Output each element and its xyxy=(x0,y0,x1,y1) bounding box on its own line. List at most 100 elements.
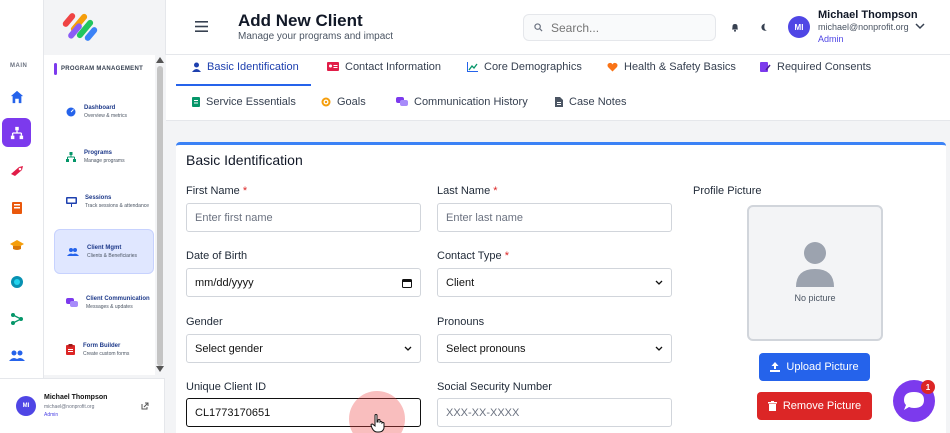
heartbeat-icon xyxy=(607,62,618,71)
menu-item-title: Form Builder xyxy=(83,342,121,349)
upload-picture-button[interactable]: Upload Picture xyxy=(759,353,870,381)
menu-item-subtitle: Create custom forms xyxy=(83,350,130,357)
calendar-icon[interactable] xyxy=(402,278,412,288)
section-title: Basic Identification xyxy=(186,152,303,168)
page-title: Add New Client xyxy=(238,11,363,30)
rail-label: MAIN xyxy=(10,63,28,69)
section-label: PROGRAM MANAGEMENT xyxy=(61,66,144,72)
program-menu: PROGRAM MANAGEMENT Dashboard Overview & m… xyxy=(44,55,165,375)
tab-basic-identification[interactable]: Basic Identification xyxy=(192,51,299,82)
last-name-input[interactable]: Enter last name xyxy=(437,203,672,232)
menu-item-subtitle: Manage programs xyxy=(84,157,125,164)
header-user-role: Admin xyxy=(818,34,844,44)
trash-icon xyxy=(767,401,777,411)
remove-label: Remove Picture xyxy=(782,400,862,412)
home-icon xyxy=(10,90,23,103)
tab-label: Communication History xyxy=(414,95,528,108)
rail-programs-button[interactable] xyxy=(2,118,31,147)
tab-service-essentials[interactable]: Service Essentials xyxy=(192,86,296,117)
chat-notification-badge: 1 xyxy=(921,380,935,394)
hamburger-menu-icon[interactable] xyxy=(195,21,208,32)
sidebar-user-name: Michael Thompson xyxy=(44,394,108,401)
basic-identification-card: Basic Identification First Name * Enter … xyxy=(176,142,946,433)
workflow-icon xyxy=(10,312,23,325)
presentation-icon xyxy=(66,196,77,207)
chevron-down-icon xyxy=(655,280,663,285)
scroll-down-icon[interactable] xyxy=(156,366,164,372)
tab-label: Core Demographics xyxy=(484,60,582,73)
rail-campaign-button[interactable] xyxy=(2,156,31,185)
menu-item-form-builder[interactable]: Form Builder Create custom forms xyxy=(54,327,154,372)
search-input[interactable] xyxy=(551,20,701,35)
tab-health-safety[interactable]: Health & Safety Basics xyxy=(607,51,736,82)
rail-home-button[interactable] xyxy=(2,82,31,111)
tab-required-consents[interactable]: Required Consents xyxy=(760,51,871,82)
chevron-down-icon xyxy=(655,346,663,351)
tab-label: Basic Identification xyxy=(207,60,299,73)
tab-label: Contact Information xyxy=(345,60,441,73)
rail-workflow-button[interactable] xyxy=(2,304,31,333)
header-avatar[interactable]: MI xyxy=(788,16,810,38)
user-icon xyxy=(192,62,201,72)
rail-documents-button[interactable] xyxy=(2,193,31,222)
app-logo xyxy=(62,13,98,41)
scroll-up-icon[interactable] xyxy=(156,57,164,63)
menu-section-header: PROGRAM MANAGEMENT xyxy=(54,63,143,75)
menu-item-subtitle: Clients & Beneficiaries xyxy=(87,252,138,259)
menu-item-client-mgmt[interactable]: Client Mgmt Clients & Beneficiaries xyxy=(54,229,154,274)
rocket-icon xyxy=(10,165,23,176)
tab-communication-history[interactable]: Communication History xyxy=(396,86,528,117)
tab-contact-information[interactable]: Contact Information xyxy=(327,51,441,82)
ssn-input[interactable]: XXX-XX-XXXX xyxy=(437,398,672,427)
menu-item-subtitle: Track sessions & attendance xyxy=(85,202,150,209)
bell-icon[interactable] xyxy=(731,23,739,32)
menu-item-sessions[interactable]: Sessions Track sessions & attendance xyxy=(54,179,154,224)
gender-select[interactable]: Select gender xyxy=(186,334,421,363)
external-link-icon[interactable] xyxy=(141,402,149,410)
pronouns-label: Pronouns xyxy=(437,316,485,328)
moon-icon[interactable] xyxy=(760,23,768,32)
tab-case-notes[interactable]: Case Notes xyxy=(555,86,626,117)
sidebar-user-email: michael@nonprofit.org xyxy=(44,404,95,410)
top-header: Add New Client Manage your programs and … xyxy=(165,0,950,55)
first-name-label: First Name * xyxy=(186,185,248,197)
menu-scroll-thumb[interactable] xyxy=(157,66,163,366)
profile-picture-preview: No picture xyxy=(747,205,883,341)
tab-label: Required Consents xyxy=(777,60,872,73)
chevron-down-icon xyxy=(404,346,412,351)
remove-picture-button[interactable]: Remove Picture xyxy=(757,392,872,420)
dob-input[interactable]: mm/dd/yyyy xyxy=(186,268,421,297)
first-name-input[interactable]: Enter first name xyxy=(186,203,421,232)
tab-label: Goals xyxy=(337,95,366,108)
sitemap-icon xyxy=(10,126,23,139)
menu-item-title: Programs xyxy=(84,149,113,156)
rail-global-button[interactable] xyxy=(2,267,31,296)
contact-type-select[interactable]: Client xyxy=(437,268,672,297)
menu-item-title: Sessions xyxy=(85,194,112,201)
sidebar-user-profile[interactable]: MI Michael Thompson michael@nonprofit.or… xyxy=(0,378,165,433)
file-alt-icon xyxy=(555,96,563,107)
menu-item-programs[interactable]: Programs Manage programs xyxy=(54,134,154,179)
tab-goals[interactable]: Goals xyxy=(321,86,366,117)
tab-core-demographics[interactable]: Core Demographics xyxy=(467,51,582,82)
menu-item-dashboard[interactable]: Dashboard Overview & metrics xyxy=(54,89,154,134)
graduation-icon xyxy=(9,239,24,250)
gauge-icon xyxy=(66,107,76,116)
gender-value: Select gender xyxy=(195,342,263,355)
contact-type-label: Contact Type * xyxy=(437,250,509,262)
sidebar-user-role: Admin xyxy=(44,412,59,418)
pronouns-select[interactable]: Select pronouns xyxy=(437,334,672,363)
search-box[interactable] xyxy=(523,14,716,41)
chevron-down-icon[interactable] xyxy=(915,23,925,30)
comments-icon xyxy=(66,297,78,307)
clipboard-list-icon xyxy=(192,96,200,107)
menu-item-client-communication[interactable]: Client Communication Messages & updates xyxy=(54,280,154,325)
globe-icon xyxy=(10,275,23,288)
comments-icon xyxy=(396,96,408,106)
rail-education-button[interactable] xyxy=(2,230,31,259)
rail-users-button[interactable] xyxy=(2,341,31,370)
sitemap-icon xyxy=(66,151,76,162)
chart-icon xyxy=(467,61,478,72)
book-icon xyxy=(11,201,22,214)
tab-label: Case Notes xyxy=(569,95,627,108)
